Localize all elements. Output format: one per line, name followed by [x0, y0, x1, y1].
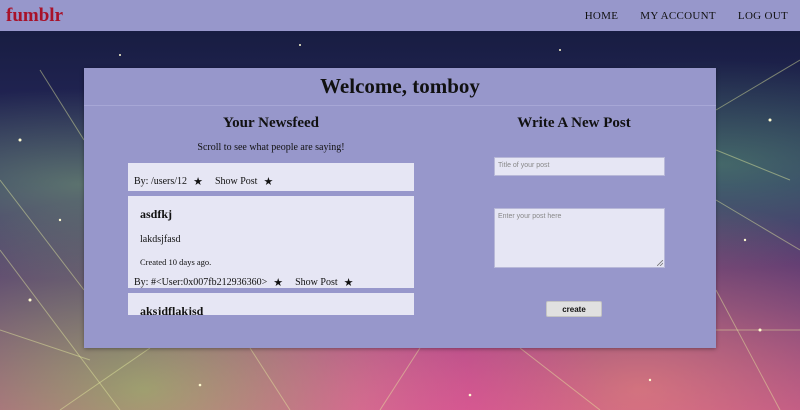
star-icon[interactable]: ★	[263, 175, 273, 188]
post-created-time: Created 10 days ago.	[140, 257, 212, 267]
brand-logo[interactable]: fumblr	[6, 5, 63, 27]
post-title-input[interactable]: Title of your post	[494, 157, 665, 176]
post-body-placeholder: Enter your post here	[498, 213, 562, 220]
post-card: By: /users/12 ★ Show Post ★	[128, 163, 414, 191]
show-post-link[interactable]: Show Post	[295, 277, 338, 288]
newsfeed-list[interactable]: By: /users/12 ★ Show Post ★ asdfkj lakds…	[128, 163, 414, 315]
star-icon[interactable]: ★	[273, 276, 283, 289]
nav-links: HOME MY ACCOUNT LOG OUT	[585, 10, 788, 22]
post-title: asdfkj	[140, 207, 173, 221]
create-button[interactable]: create	[546, 301, 602, 317]
nav-my-account-link[interactable]: MY ACCOUNT	[640, 10, 716, 22]
post-body-textarea[interactable]: Enter your post here	[494, 208, 665, 268]
post-title: aksjdflakjsd	[140, 304, 204, 315]
newsfeed-subtitle: Scroll to see what people are saying!	[197, 142, 345, 153]
star-icon[interactable]: ★	[344, 276, 354, 289]
post-body: lakdsjfasd	[140, 234, 181, 245]
new-post-title: Write A New Post	[517, 115, 631, 131]
post-card: aksjdflakjsd	[128, 293, 414, 315]
star-icon[interactable]: ★	[193, 175, 203, 188]
post-author-link[interactable]: By: /users/12	[134, 176, 187, 187]
welcome-heading: Welcome, tomboy	[84, 68, 716, 106]
top-navbar: fumblr HOME MY ACCOUNT LOG OUT	[0, 0, 800, 31]
post-card: asdfkj lakdsjfasd Created 10 days ago. B…	[128, 196, 414, 289]
nav-home-link[interactable]: HOME	[585, 10, 619, 22]
nav-log-out-link[interactable]: LOG OUT	[738, 10, 788, 22]
resize-handle-icon[interactable]	[657, 260, 663, 266]
dashboard-card: Welcome, tomboy Your Newsfeed Scroll to …	[84, 68, 716, 348]
post-author-link[interactable]: By: #<User:0x007fb212936360>	[134, 277, 267, 288]
show-post-link[interactable]: Show Post	[215, 176, 258, 187]
newsfeed-title: Your Newsfeed	[223, 115, 319, 131]
